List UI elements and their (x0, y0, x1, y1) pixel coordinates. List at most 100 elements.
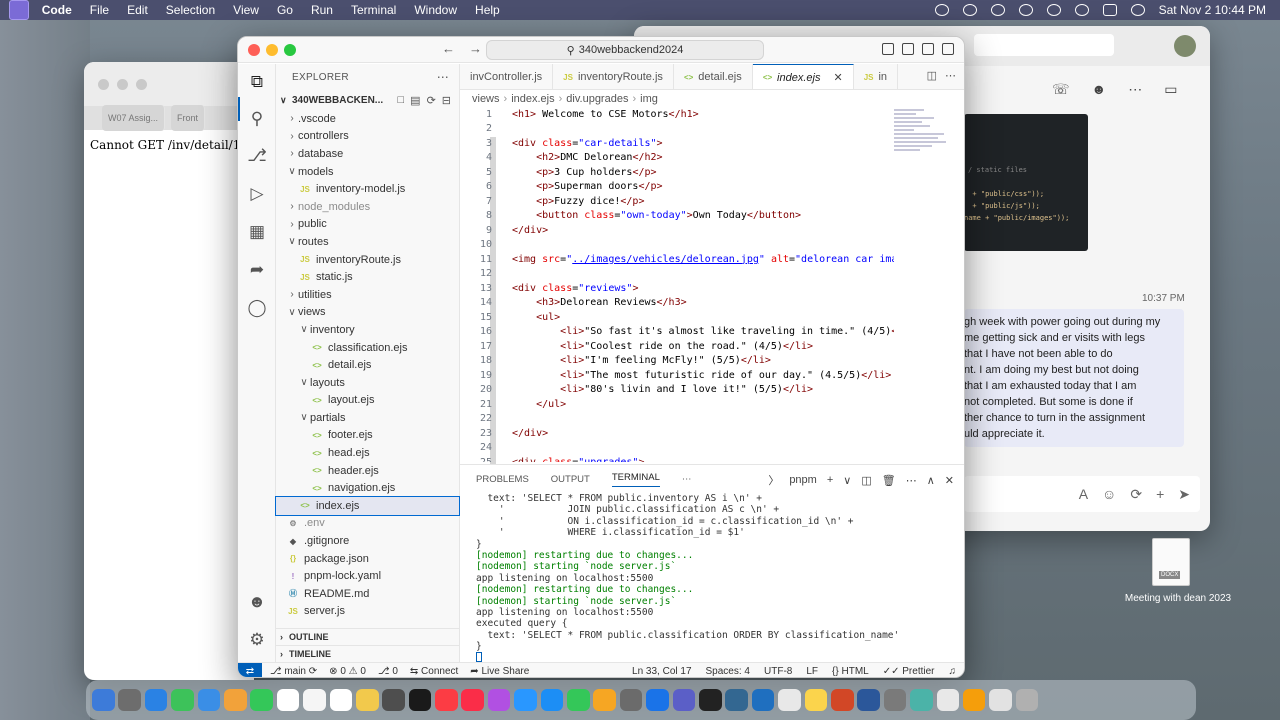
terminal-shell-label[interactable]: pnpm (789, 474, 817, 486)
manage-gear-icon[interactable]: ⚙ (247, 630, 267, 650)
terminal-shell-icon[interactable]: 〉 (768, 472, 779, 488)
notifications-bell-icon[interactable]: ♫ (949, 666, 957, 677)
collapse-all-icon[interactable]: ⊟ (442, 94, 451, 107)
tab-terminal[interactable]: TERMINAL (611, 472, 660, 487)
refresh-icon[interactable]: ⟳ (427, 94, 436, 107)
dock-app-icon[interactable] (276, 688, 300, 712)
branch-indicator[interactable]: ⎇ main ⟳ (270, 666, 317, 677)
explorer-icon[interactable]: ⧉ (247, 72, 267, 92)
database-icon[interactable]: ◯ (247, 298, 267, 318)
new-file-icon[interactable]: □ (398, 94, 405, 107)
menu-item-help[interactable]: Help (475, 3, 500, 17)
folder-item[interactable]: › database (276, 145, 459, 163)
browser-close-button[interactable] (98, 78, 109, 90)
close-panel-icon[interactable]: ✕ (945, 474, 954, 487)
editor-tab[interactable]: <> detail.ejs (674, 64, 753, 89)
customize-layout-icon[interactable] (942, 43, 954, 55)
zoom-button[interactable] (284, 44, 296, 56)
toggle-panel-icon[interactable] (902, 43, 914, 55)
menu-item-view[interactable]: View (233, 3, 259, 17)
editor-tab[interactable]: invController.js (460, 64, 554, 89)
folder-item[interactable]: › node_modules (276, 198, 459, 216)
teams-search-input[interactable] (974, 34, 1114, 56)
minimap[interactable] (894, 107, 954, 187)
dock-app-icon[interactable] (698, 688, 722, 712)
code-editor[interactable]: 1 <h1> Welcome to CSE Motors</h1> 2 3 <div c… (460, 107, 894, 462)
format-icon[interactable]: A (1079, 486, 1088, 502)
problems-indicator[interactable]: ⊗ 0 ⚠ 0 (329, 666, 366, 677)
more-actions-icon[interactable]: ⋯ (437, 70, 449, 84)
trash-icon[interactable]: 🗑 (882, 474, 896, 487)
dock-app-icon[interactable] (435, 688, 458, 712)
more-icon[interactable]: ⋯ (1128, 81, 1142, 98)
dock-app-icon[interactable] (857, 688, 880, 712)
new-folder-icon[interactable]: ▤ (410, 94, 420, 107)
loop-icon[interactable]: ⟳ (1130, 486, 1142, 503)
folder-item[interactable]: ∨ inventory (276, 321, 459, 339)
run-debug-icon[interactable]: ▷ (247, 184, 267, 204)
dock-app-icon[interactable] (197, 688, 221, 712)
account-icon[interactable]: ☻ (247, 592, 267, 612)
file-item[interactable]: JS inventory-model.js (276, 180, 459, 198)
dock-app-icon[interactable] (408, 688, 432, 712)
live-share-button[interactable]: ➦ Live Share (470, 666, 529, 677)
dock-app-icon[interactable] (830, 688, 854, 712)
file-item[interactable]: Ⓜ README.md (276, 585, 459, 603)
file-item[interactable]: ! pnpm-lock.yaml (276, 567, 459, 585)
terminal-output[interactable]: text: 'SELECT * FROM public.inventory AS… (460, 493, 964, 664)
menu-item-edit[interactable]: Edit (127, 3, 148, 17)
dock-app-icon[interactable] (883, 688, 907, 712)
dock-app-icon[interactable] (1015, 688, 1039, 712)
people-icon[interactable]: ☻ (1092, 81, 1107, 97)
project-root[interactable]: ∨ 340WEBBACKEN... □ ▤ ⟳ ⊟ (276, 90, 459, 110)
side-panel-icon[interactable]: ▭ (1164, 81, 1177, 98)
file-item[interactable]: JS inventoryRoute.js (276, 251, 459, 269)
file-item[interactable]: JS static.js (276, 268, 459, 286)
tab-problems[interactable]: PROBLEMS (476, 474, 529, 485)
dock-app-icon[interactable] (646, 688, 669, 712)
dock-app-icon[interactable] (92, 688, 115, 712)
dock-app-icon[interactable] (778, 688, 801, 712)
file-item[interactable]: <> footer.ejs (276, 427, 459, 445)
split-editor-icon[interactable]: ◫ (927, 69, 937, 82)
menubar-clock[interactable]: Sat Nov 2 10:44 PM (1159, 3, 1266, 17)
dock-app-icon[interactable] (751, 688, 775, 712)
breadcrumb-item[interactable]: img (640, 93, 658, 105)
siri-icon[interactable] (1130, 4, 1145, 16)
dock-app-icon[interactable] (171, 688, 194, 712)
dock-app-icon[interactable] (303, 688, 326, 712)
file-item[interactable]: <> head.ejs (276, 444, 459, 462)
avatar[interactable] (1174, 35, 1196, 57)
headphones-icon[interactable] (1018, 4, 1033, 16)
back-arrow-icon[interactable]: ← (442, 41, 455, 56)
file-item[interactable]: JS server.js (276, 603, 459, 621)
control-center-icon[interactable] (1102, 4, 1117, 16)
dock-app-icon[interactable] (250, 688, 273, 712)
folder-item[interactable]: ∨ models (276, 163, 459, 181)
end-of-line[interactable]: LF (806, 666, 818, 677)
editor-tab[interactable]: JS in (854, 64, 899, 89)
dock-app-icon[interactable] (487, 688, 511, 712)
menu-item-selection[interactable]: Selection (166, 3, 215, 17)
dock-app-icon[interactable] (567, 688, 590, 712)
new-terminal-icon[interactable]: + (827, 474, 833, 486)
menu-item-file[interactable]: File (90, 3, 109, 17)
more-actions-icon[interactable]: ⋯ (906, 474, 917, 487)
menu-item-run[interactable]: Run (311, 3, 333, 17)
dock-app-icon[interactable] (962, 688, 986, 712)
search-icon[interactable] (1074, 4, 1089, 16)
timeline-section[interactable]: › TIMELINE (276, 645, 460, 662)
file-item[interactable]: <> layout.ejs (276, 392, 459, 410)
file-item[interactable]: {} package.json (276, 550, 459, 568)
emoji-icon[interactable]: ☺ (1102, 486, 1116, 502)
menu-item-go[interactable]: Go (277, 3, 293, 17)
dock-app-icon[interactable] (910, 688, 933, 712)
attach-icon[interactable]: + (1156, 486, 1164, 502)
wifi-icon[interactable] (1046, 4, 1061, 16)
dock-app-icon[interactable] (619, 688, 643, 712)
editor-tab[interactable]: <> index.ejs ✕ (752, 64, 854, 89)
command-center[interactable]: ⚲ 340webbackend2024 (486, 40, 764, 60)
forward-arrow-icon[interactable]: → (469, 41, 482, 56)
maximize-panel-icon[interactable]: ∧ (927, 474, 935, 487)
more-views-icon[interactable]: ⋯ (682, 474, 692, 485)
